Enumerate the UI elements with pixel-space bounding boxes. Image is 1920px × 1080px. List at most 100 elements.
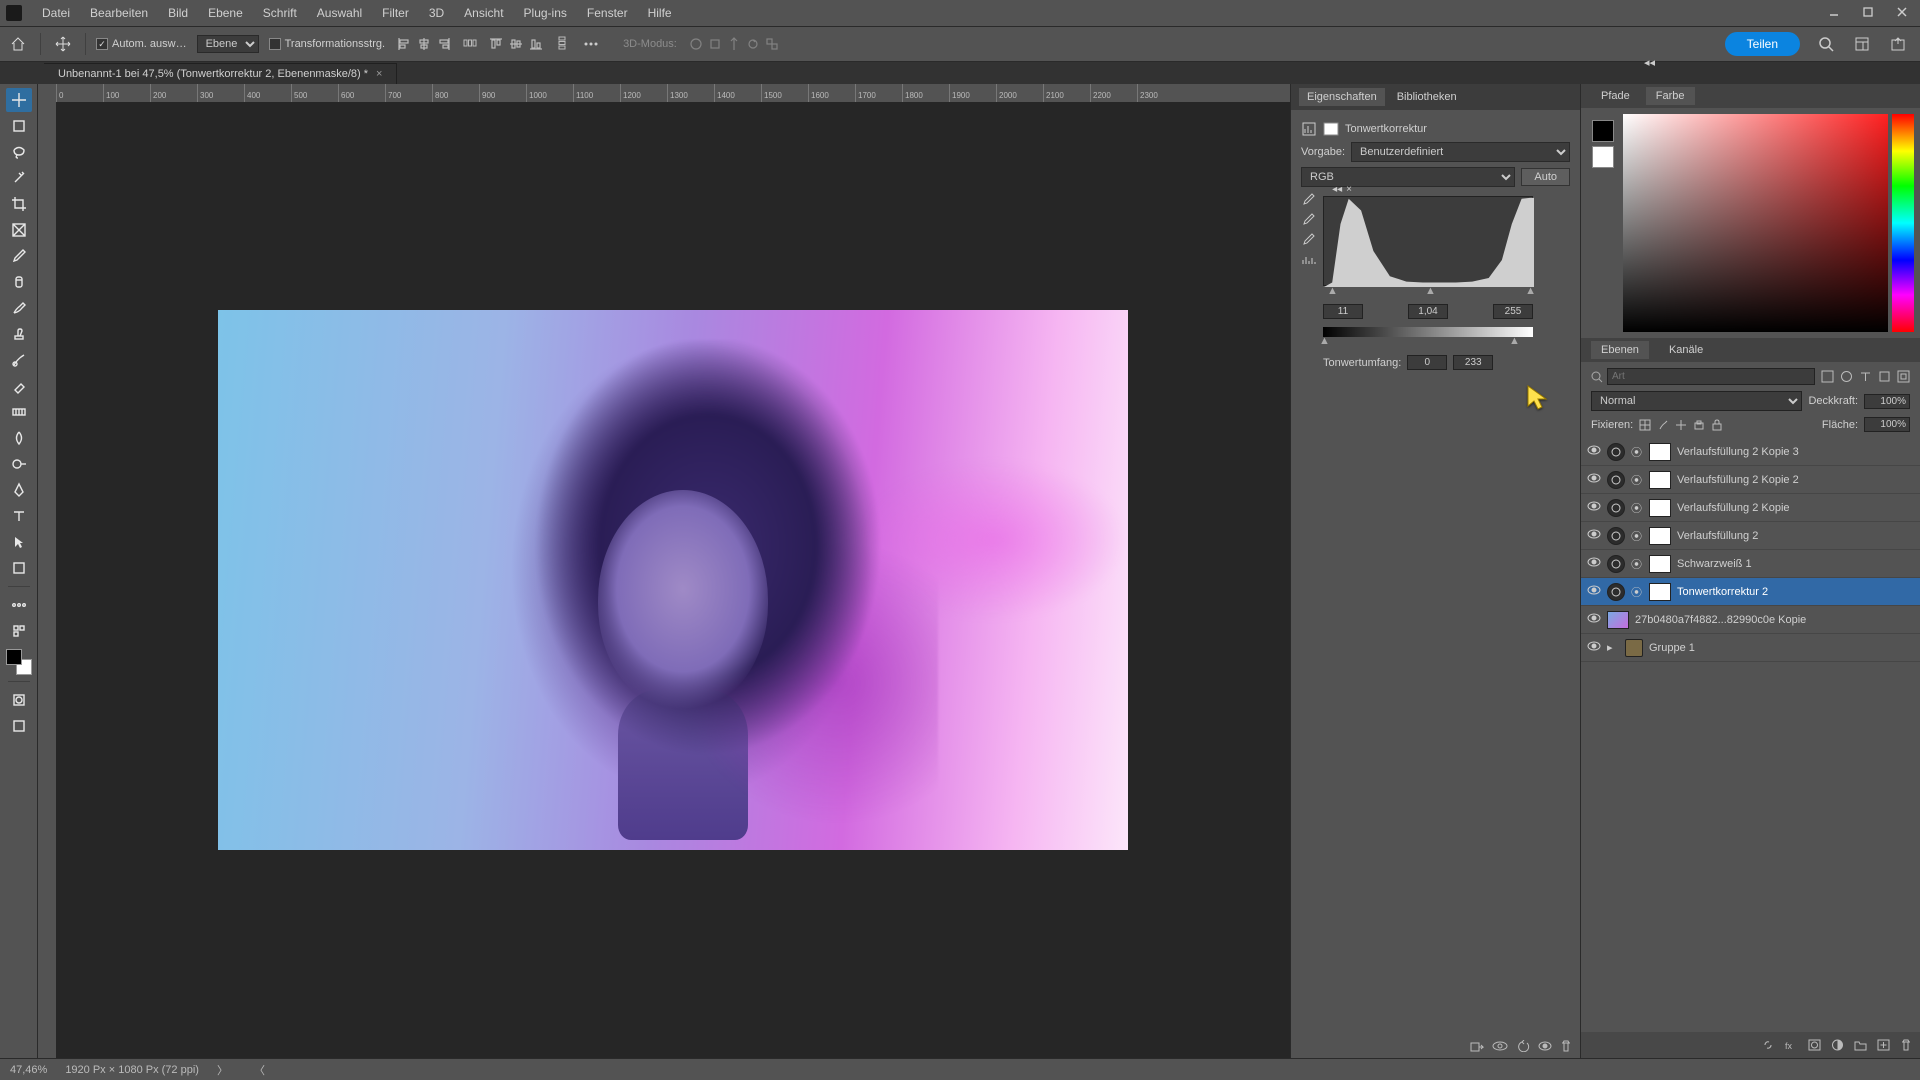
layer-filter-search[interactable]: [1591, 368, 1815, 385]
search-icon[interactable]: [1814, 32, 1838, 56]
menu-plugins[interactable]: Plug-ins: [514, 2, 577, 24]
menu-bearbeiten[interactable]: Bearbeiten: [80, 2, 158, 24]
lock-paint-icon[interactable]: [1657, 419, 1669, 431]
visibility-toggle[interactable]: [1587, 612, 1601, 627]
black-eyedropper-icon[interactable]: [1301, 192, 1315, 206]
menu-ansicht[interactable]: Ansicht: [454, 2, 513, 24]
transform-controls-checkbox[interactable]: Transformationsstrg.: [269, 38, 385, 50]
auto-select-target[interactable]: Ebene: [197, 35, 259, 53]
healing-tool[interactable]: [6, 270, 32, 294]
tab-pfade[interactable]: Pfade: [1591, 87, 1640, 105]
screenmode-icon[interactable]: [6, 714, 32, 738]
crop-tool[interactable]: [6, 192, 32, 216]
new-layer-icon[interactable]: [1877, 1039, 1890, 1051]
artboard-tool[interactable]: [6, 114, 32, 138]
menu-3d[interactable]: 3D: [419, 2, 454, 24]
export-icon[interactable]: [1886, 32, 1910, 56]
delete-adjustment-icon[interactable]: [1560, 1040, 1572, 1052]
collapse-panels-icon[interactable]: ◂◂: [1644, 56, 1660, 69]
tab-bibliotheken[interactable]: Bibliotheken: [1389, 88, 1465, 106]
visibility-toggle[interactable]: [1587, 528, 1601, 543]
menu-hilfe[interactable]: Hilfe: [638, 2, 682, 24]
output-white-field[interactable]: [1453, 355, 1493, 370]
opacity-field[interactable]: [1864, 394, 1910, 409]
align-hcenter-icon[interactable]: [415, 35, 433, 53]
layer-filter-input[interactable]: [1607, 368, 1815, 385]
output-black-field[interactable]: [1407, 355, 1447, 370]
properties-collapse-icons[interactable]: ◂◂×: [1332, 184, 1352, 195]
link-mask-icon[interactable]: ⦿: [1631, 472, 1643, 488]
lock-transparent-icon[interactable]: [1639, 419, 1651, 431]
layer-row[interactable]: ⦿Tonwertkorrektur 2: [1581, 578, 1920, 606]
layer-row[interactable]: ⦿Verlaufsfüllung 2 Kopie 3: [1581, 438, 1920, 466]
layer-row[interactable]: 27b0480a7f4882...82990c0e Kopie: [1581, 606, 1920, 634]
tab-farbe[interactable]: Farbe: [1646, 87, 1695, 105]
output-gradient[interactable]: ▲ ▲: [1323, 327, 1533, 337]
move-tool[interactable]: [6, 88, 32, 112]
new-group-icon[interactable]: [1854, 1039, 1867, 1051]
tab-eigenschaften[interactable]: Eigenschaften: [1299, 88, 1385, 106]
filter-type-icon[interactable]: [1859, 370, 1872, 383]
mask-thumb[interactable]: [1649, 555, 1671, 573]
filter-adjust-icon[interactable]: [1840, 370, 1853, 383]
gradient-tool[interactable]: [6, 400, 32, 424]
align-bottom-icon[interactable]: [527, 35, 545, 53]
canvas-area[interactable]: 0100200300400500600700800900100011001200…: [38, 84, 1290, 1058]
add-mask-icon[interactable]: [1808, 1039, 1821, 1051]
move-tool-icon[interactable]: [51, 32, 75, 56]
canvas-viewport[interactable]: [56, 102, 1290, 1058]
layer-name[interactable]: 27b0480a7f4882...82990c0e Kopie: [1635, 614, 1914, 626]
mask-thumb[interactable]: [1649, 499, 1671, 517]
mask-thumb-icon[interactable]: [1323, 121, 1339, 137]
close-document-icon[interactable]: ×: [376, 68, 382, 80]
adjustment-thumb[interactable]: [1607, 583, 1625, 601]
link-mask-icon[interactable]: ⦿: [1631, 444, 1643, 460]
layer-name[interactable]: Tonwertkorrektur 2: [1677, 586, 1914, 598]
adjustment-thumb[interactable]: [1607, 527, 1625, 545]
fill-field[interactable]: [1864, 417, 1910, 432]
reset-icon[interactable]: [1516, 1040, 1530, 1052]
layer-name[interactable]: Verlaufsfüllung 2 Kopie 2: [1677, 474, 1914, 486]
magic-wand-tool[interactable]: [6, 166, 32, 190]
black-input-slider[interactable]: ▲: [1327, 285, 1338, 297]
color-field[interactable]: [1623, 114, 1888, 332]
levels-histogram[interactable]: [1323, 196, 1533, 286]
distribute-h-icon[interactable]: [463, 36, 477, 53]
zoom-readout[interactable]: 47,46%: [10, 1064, 47, 1076]
adjustment-thumb[interactable]: [1607, 471, 1625, 489]
layer-name[interactable]: Verlaufsfüllung 2 Kopie: [1677, 502, 1914, 514]
tab-kanaele[interactable]: Kanäle: [1659, 341, 1713, 359]
chevron-right-icon[interactable]: ▸: [1607, 641, 1619, 654]
gray-eyedropper-icon[interactable]: [1301, 212, 1315, 226]
layer-name[interactable]: Gruppe 1: [1649, 642, 1914, 654]
filter-pixel-icon[interactable]: [1821, 370, 1834, 383]
white-eyedropper-icon[interactable]: [1301, 232, 1315, 246]
link-mask-icon[interactable]: ⦿: [1631, 528, 1643, 544]
link-mask-icon[interactable]: ⦿: [1631, 500, 1643, 516]
visibility-toggle[interactable]: [1587, 500, 1601, 515]
visibility-toggle[interactable]: [1587, 584, 1601, 599]
menu-fenster[interactable]: Fenster: [577, 2, 638, 24]
white-input-slider[interactable]: ▲: [1525, 285, 1536, 297]
mask-thumb[interactable]: [1649, 527, 1671, 545]
document-dimensions[interactable]: 1920 Px × 1080 Px (72 ppi): [65, 1064, 199, 1076]
mask-thumb[interactable]: [1649, 471, 1671, 489]
tab-ebenen[interactable]: Ebenen: [1591, 341, 1649, 359]
dodge-tool[interactable]: [6, 452, 32, 476]
ruler-origin[interactable]: [38, 84, 56, 102]
layer-name[interactable]: Schwarzweiß 1: [1677, 558, 1914, 570]
lock-nesting-icon[interactable]: [1693, 419, 1705, 431]
foreground-background-swatch[interactable]: [6, 649, 32, 675]
auto-button[interactable]: Auto: [1521, 168, 1570, 186]
ruler-horizontal[interactable]: 0100200300400500600700800900100011001200…: [56, 84, 1290, 102]
adjustment-thumb[interactable]: [1607, 555, 1625, 573]
shape-tool[interactable]: [6, 556, 32, 580]
close-button[interactable]: [1888, 3, 1916, 21]
view-previous-icon[interactable]: [1492, 1040, 1508, 1052]
layer-row[interactable]: ⦿Verlaufsfüllung 2: [1581, 522, 1920, 550]
share-button[interactable]: Teilen: [1725, 32, 1800, 56]
home-icon[interactable]: [6, 32, 30, 56]
layer-row[interactable]: ▸ Gruppe 1: [1581, 634, 1920, 662]
input-gamma-field[interactable]: [1408, 304, 1448, 319]
align-right-icon[interactable]: [435, 35, 453, 53]
